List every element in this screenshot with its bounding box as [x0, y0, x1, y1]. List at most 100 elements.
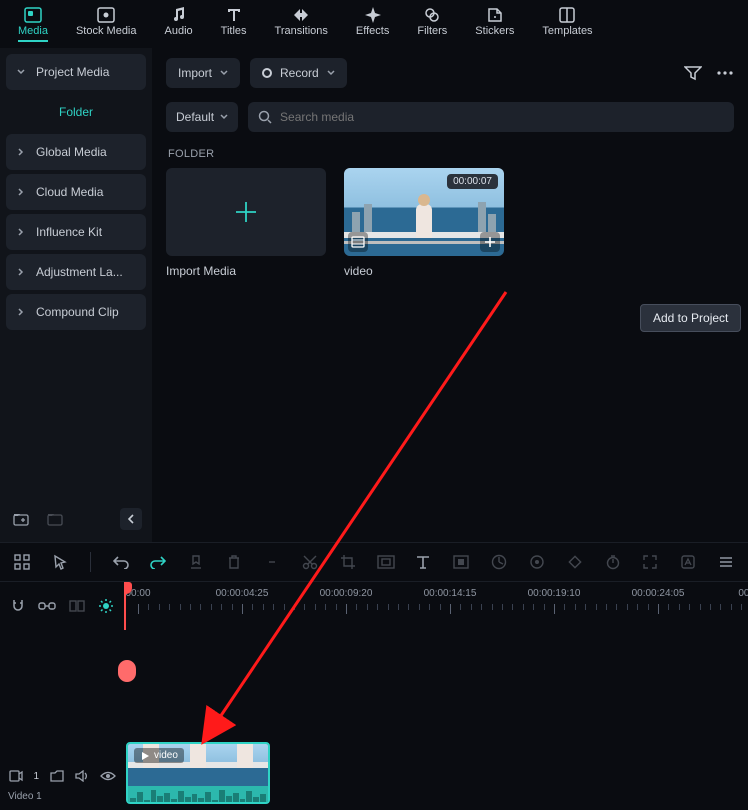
- filters-icon: [424, 7, 440, 23]
- track-index: 1: [33, 771, 39, 782]
- color-icon[interactable]: [525, 550, 549, 574]
- tab-templates[interactable]: Templates: [542, 7, 592, 41]
- sidebar-item-adjustment-layer[interactable]: Adjustment La...: [6, 254, 146, 290]
- record-label: Record: [280, 66, 319, 80]
- visibility-icon[interactable]: [100, 767, 116, 785]
- tab-media[interactable]: Media: [18, 7, 48, 41]
- tab-label: Stickers: [475, 25, 514, 37]
- tile-label: Import Media: [166, 264, 326, 278]
- tab-transitions[interactable]: Transitions: [275, 7, 328, 41]
- tab-label: Audio: [165, 25, 193, 37]
- tab-audio[interactable]: Audio: [165, 7, 193, 41]
- folder-button[interactable]: [44, 508, 66, 530]
- sidebar-item-global-media[interactable]: Global Media: [6, 134, 146, 170]
- folder-open-icon[interactable]: [49, 767, 64, 785]
- import-dropdown[interactable]: Import: [166, 58, 240, 88]
- chevron-down-icon: [16, 68, 26, 76]
- music-icon: [171, 7, 187, 23]
- tab-filters[interactable]: Filters: [417, 7, 447, 41]
- search-box[interactable]: [248, 102, 734, 132]
- tab-label: Filters: [417, 25, 447, 37]
- sidebar-item-cloud-media[interactable]: Cloud Media: [6, 174, 146, 210]
- tab-titles[interactable]: Titles: [221, 7, 247, 41]
- track-name: Video 1: [8, 791, 116, 802]
- speed-icon[interactable]: [487, 550, 511, 574]
- import-label: Import: [178, 66, 212, 80]
- chevron-right-icon: [16, 188, 26, 196]
- aspect-icon[interactable]: [374, 550, 398, 574]
- chevron-right-icon: [16, 308, 26, 316]
- tab-label: Effects: [356, 25, 389, 37]
- record-dropdown[interactable]: Record: [250, 58, 347, 88]
- auto-ripple-icon[interactable]: [97, 596, 117, 616]
- chevron-right-icon: [16, 148, 26, 156]
- sidebar-item-influence-kit[interactable]: Influence Kit: [6, 214, 146, 250]
- text-icon: [226, 7, 242, 23]
- crop-icon[interactable]: [336, 550, 360, 574]
- auto-icon[interactable]: [676, 550, 700, 574]
- video-track-icon: [8, 767, 23, 785]
- search-input[interactable]: [280, 110, 724, 124]
- cut-icon[interactable]: [298, 550, 322, 574]
- playhead-handle[interactable]: [118, 660, 136, 682]
- timer-icon[interactable]: [601, 550, 625, 574]
- plus-icon: [232, 198, 260, 226]
- sidebar-item-label: Influence Kit: [36, 225, 102, 239]
- media-icon: [24, 7, 42, 23]
- redo-icon[interactable]: [147, 550, 171, 574]
- sidebar: Project Media Folder Global Media Cloud …: [0, 48, 152, 542]
- import-media-tile[interactable]: Import Media: [166, 168, 326, 278]
- audio-waveform: [128, 786, 268, 804]
- cursor-icon[interactable]: [48, 550, 72, 574]
- sidebar-item-compound-clip[interactable]: Compound Clip: [6, 294, 146, 330]
- track-height-icon[interactable]: [714, 550, 738, 574]
- sidebar-item-label: Project Media: [36, 65, 109, 79]
- expand-icon[interactable]: [639, 550, 663, 574]
- timeline-ruler[interactable]: 00:0000:00:04:2500:00:09:2000:00:14:1500…: [124, 582, 748, 630]
- mute-icon[interactable]: [75, 767, 90, 785]
- record-icon: [262, 68, 272, 78]
- magnet-icon[interactable]: [8, 596, 28, 616]
- tile-label: video: [344, 264, 504, 278]
- transition-icon: [293, 7, 309, 23]
- sidebar-item-label: Adjustment La...: [36, 265, 123, 279]
- sort-label: Default: [176, 110, 214, 124]
- add-to-project-tooltip: Add to Project: [640, 304, 741, 332]
- keyframe-icon[interactable]: [563, 550, 587, 574]
- tab-label: Templates: [542, 25, 592, 37]
- link-tracks-icon[interactable]: [38, 596, 58, 616]
- filter-icon[interactable]: [684, 65, 702, 81]
- media-type-icon: [348, 232, 368, 252]
- playhead[interactable]: [124, 582, 126, 630]
- sidebar-item-label: Compound Clip: [36, 305, 119, 319]
- tab-label: Media: [18, 25, 48, 37]
- timeline-track[interactable]: video: [124, 630, 748, 810]
- chevron-right-icon: [16, 268, 26, 276]
- text-tool-icon[interactable]: [411, 550, 435, 574]
- link-icon[interactable]: [260, 550, 284, 574]
- tab-label: Titles: [221, 25, 247, 37]
- folder-heading: FOLDER: [168, 148, 734, 160]
- tab-stickers[interactable]: Stickers: [475, 7, 514, 41]
- layout-icon[interactable]: [10, 550, 34, 574]
- sidebar-item-folder[interactable]: Folder: [6, 94, 146, 130]
- add-to-project-button[interactable]: [480, 232, 500, 252]
- frame-icon[interactable]: [449, 550, 473, 574]
- more-icon[interactable]: [716, 71, 734, 75]
- new-folder-button[interactable]: [10, 508, 32, 530]
- trash-icon[interactable]: [222, 550, 246, 574]
- video-clip[interactable]: video: [126, 742, 270, 804]
- ripple-icon[interactable]: [67, 596, 87, 616]
- undo-icon[interactable]: [109, 550, 133, 574]
- tab-stock-media[interactable]: Stock Media: [76, 7, 137, 41]
- marker-icon[interactable]: [184, 550, 208, 574]
- templates-icon: [559, 7, 575, 23]
- sidebar-item-project-media[interactable]: Project Media: [6, 54, 146, 90]
- sidebar-item-label: Cloud Media: [36, 185, 103, 199]
- video-tile[interactable]: 00:00:07 video: [344, 168, 504, 278]
- sparkle-icon: [365, 7, 381, 23]
- collapse-sidebar-button[interactable]: [120, 508, 142, 530]
- sort-dropdown[interactable]: Default: [166, 102, 238, 132]
- tab-effects[interactable]: Effects: [356, 7, 389, 41]
- sidebar-item-label: Global Media: [36, 145, 107, 159]
